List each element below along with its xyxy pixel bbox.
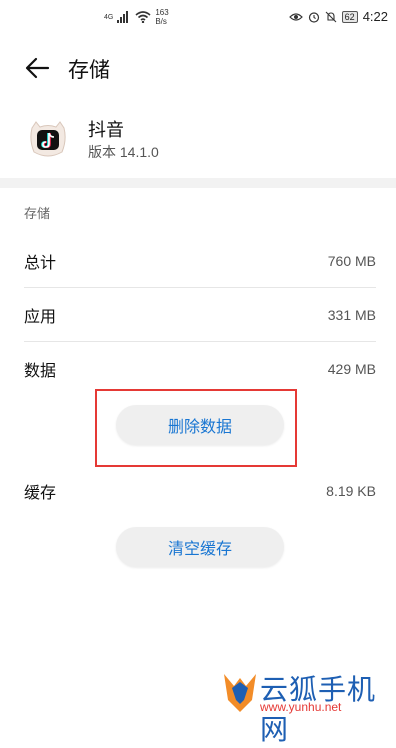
status-right: 62 4:22 — [288, 9, 388, 24]
eye-icon — [288, 12, 303, 21]
section-title: 存储 — [24, 207, 51, 222]
app-info: 抖音 版本 14.1.0 — [0, 110, 396, 174]
section-separator — [0, 178, 396, 188]
status-left: 4G 163 B/s — [104, 8, 169, 26]
douyin-app-icon — [30, 121, 66, 157]
mute-bell-icon — [325, 11, 337, 22]
row-label: 缓存 — [24, 483, 57, 502]
arrow-left-icon — [25, 57, 50, 79]
clear-data-button[interactable]: 删除数据 — [116, 405, 284, 445]
speed-unit: B/s — [155, 17, 167, 26]
row-total: 总计 760 MB — [24, 234, 376, 288]
speed-value: 163 — [155, 8, 169, 17]
app-version: 版本 14.1.0 — [88, 144, 159, 160]
row-value: 429 MB — [327, 361, 376, 377]
row-data: 数据 429 MB — [24, 342, 376, 396]
row-label: 应用 — [24, 307, 57, 326]
wifi-icon — [135, 11, 151, 23]
watermark-url: www.yunhu.net — [260, 700, 342, 714]
battery-indicator: 62 — [341, 10, 358, 23]
row-label: 总计 — [24, 253, 57, 272]
fox-logo-icon — [224, 674, 256, 712]
clock: 4:22 — [362, 9, 388, 24]
title-bar: 存储 — [0, 46, 396, 90]
network-speed: 163 B/s — [155, 8, 168, 26]
row-app: 应用 331 MB — [24, 288, 376, 342]
back-button[interactable] — [22, 52, 54, 84]
watermark: 云狐手机网 www.yunhu.net — [220, 670, 390, 746]
row-label: 数据 — [24, 361, 57, 380]
row-value: 760 MB — [327, 253, 376, 269]
row-cache: 缓存 8.19 KB — [24, 464, 376, 518]
status-bar: 4G 163 B/s 62 4:22 — [0, 0, 396, 34]
signal-icon — [117, 11, 129, 23]
row-value: 331 MB — [327, 307, 376, 323]
app-name: 抖音 — [88, 120, 124, 141]
clear-cache-button[interactable]: 清空缓存 — [116, 527, 284, 567]
page-title: 存储 — [68, 58, 110, 82]
alarm-icon — [308, 11, 319, 23]
row-value: 8.19 KB — [326, 483, 376, 499]
network-type-label: 4G — [104, 13, 114, 21]
